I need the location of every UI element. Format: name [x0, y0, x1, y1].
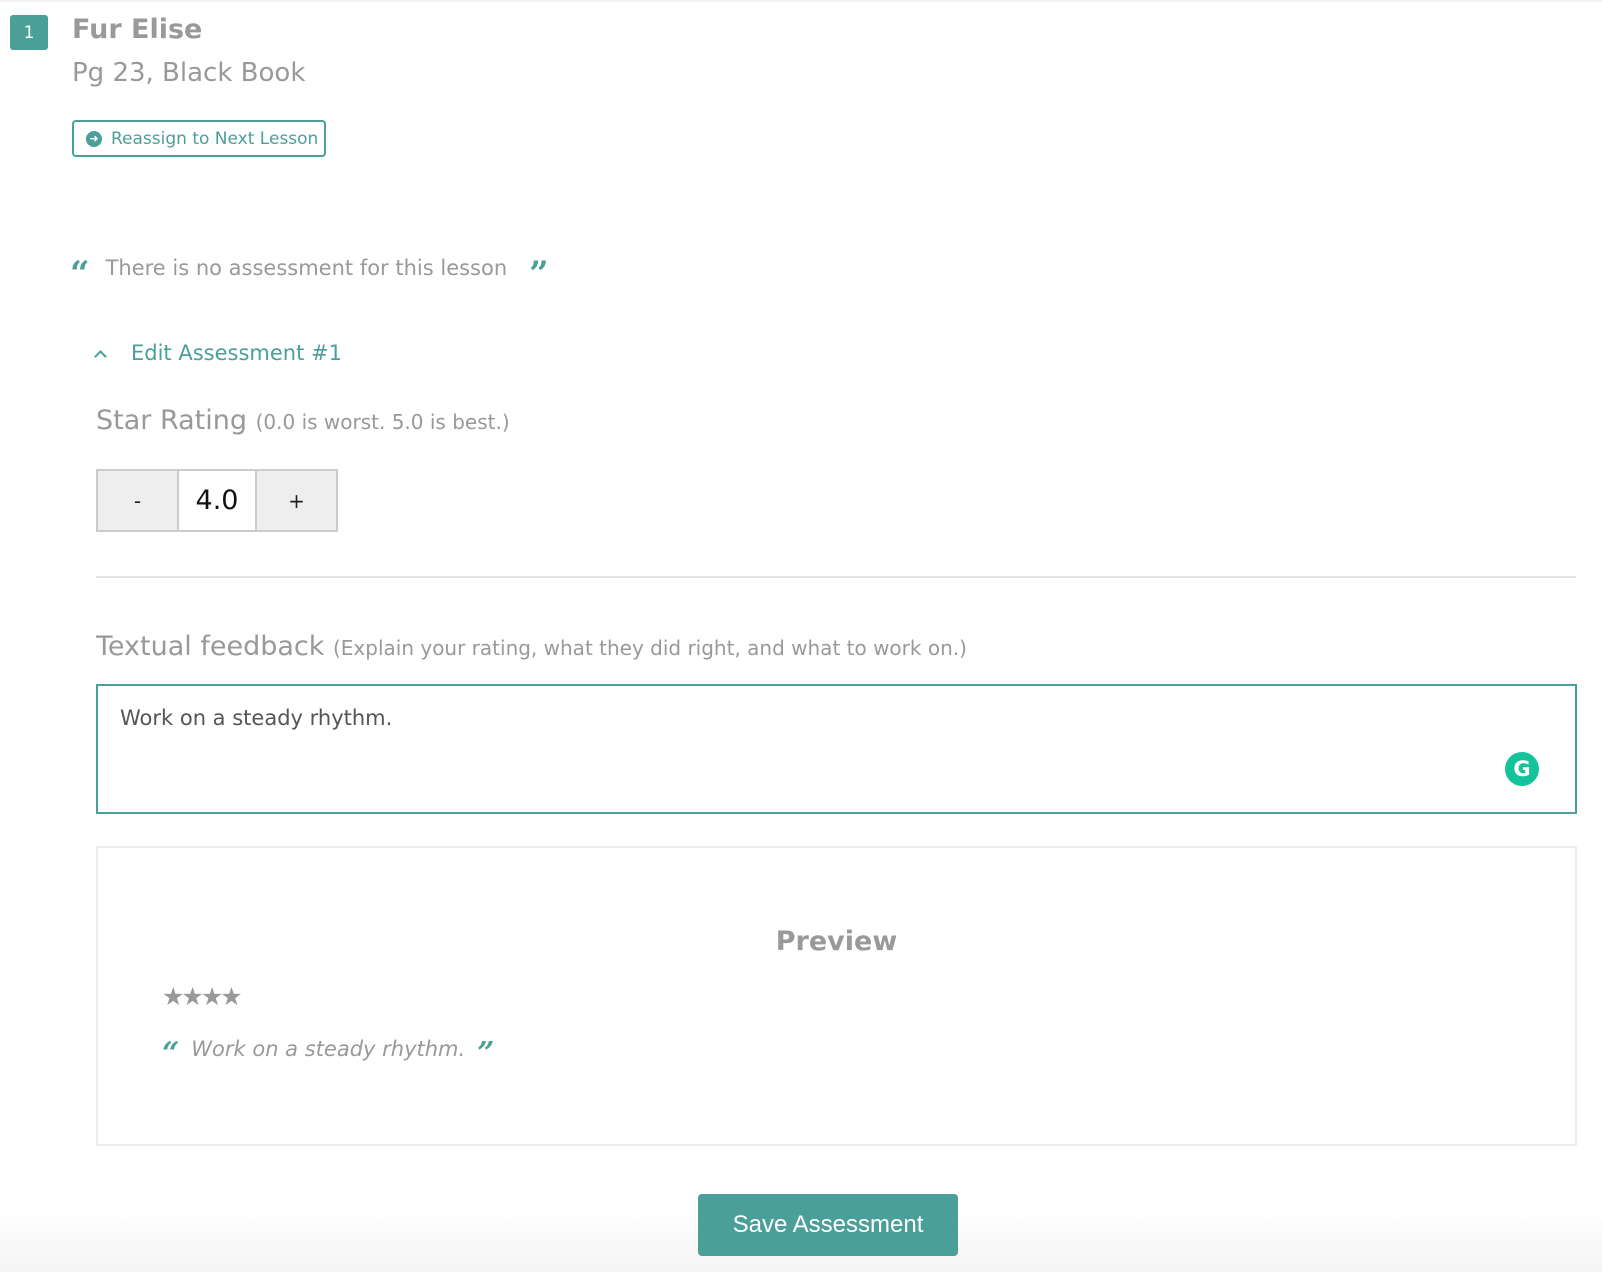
- close-quote-icon: ”: [477, 1039, 495, 1059]
- textual-feedback-label: Textual feedback (Explain your rating, w…: [96, 631, 967, 662]
- star-rating-title: Star Rating: [96, 405, 248, 436]
- star-rating-stepper: - 4.0 +: [96, 469, 338, 532]
- section-divider: [96, 576, 1576, 578]
- preview-feedback-text: Work on a steady rhythm.: [191, 1037, 466, 1061]
- grammarly-icon[interactable]: G: [1505, 752, 1539, 786]
- preview-panel: Preview ★★★★ “ Work on a steady rhythm. …: [96, 846, 1577, 1146]
- preview-title: Preview: [775, 926, 898, 957]
- decrement-button[interactable]: -: [98, 471, 177, 530]
- chevron-up-icon: [94, 349, 107, 363]
- lesson-title: Fur Elise: [72, 14, 203, 45]
- feedback-textarea[interactable]: Work on a steady rhythm.: [96, 684, 1577, 814]
- preview-star-rating: ★★★★: [162, 982, 243, 1011]
- feedback-hint: (Explain your rating, what they did righ…: [332, 636, 967, 660]
- save-assessment-button[interactable]: Save Assessment: [698, 1194, 958, 1256]
- no-assessment-message: “ There is no assessment for this lesson…: [70, 256, 549, 280]
- edit-assessment-label: Edit Assessment #1: [131, 341, 342, 365]
- no-assessment-text: There is no assessment for this lesson: [105, 256, 508, 280]
- open-quote-icon: “: [70, 257, 90, 279]
- star-rating-label: Star Rating (0.0 is worst. 5.0 is best.): [96, 405, 510, 436]
- preview-feedback-quote: “ Work on a steady rhythm. ”: [162, 1037, 494, 1061]
- close-quote-icon: ”: [529, 257, 549, 279]
- rating-value-input[interactable]: 4.0: [177, 471, 257, 530]
- reassign-button-label: Reassign to Next Lesson: [111, 128, 319, 149]
- edit-assessment-toggle[interactable]: Edit Assessment #1: [94, 341, 342, 365]
- feedback-title: Textual feedback: [96, 631, 325, 662]
- top-border: [0, 0, 1602, 2]
- lesson-number-badge: 1: [10, 15, 48, 50]
- increment-button[interactable]: +: [257, 471, 336, 530]
- lesson-subtitle: Pg 23, Black Book: [72, 58, 306, 88]
- arrow-circle-right-icon: ➜: [86, 130, 102, 147]
- open-quote-icon: “: [162, 1039, 180, 1059]
- star-rating-hint: (0.0 is worst. 5.0 is best.): [255, 410, 510, 434]
- reassign-next-lesson-button[interactable]: ➜ Reassign to Next Lesson: [72, 120, 326, 157]
